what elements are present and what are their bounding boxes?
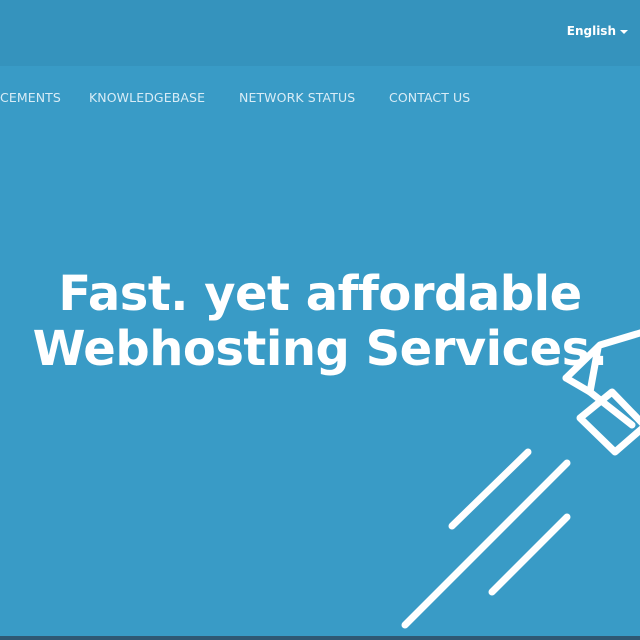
caret-down-icon [620,29,628,34]
bottom-strip [0,636,640,640]
nav-item-contact-us[interactable]: CONTACT US [389,90,470,105]
nav-item-knowledgebase[interactable]: KNOWLEDGEBASE [89,90,205,105]
page: English CEMENTS KNOWLEDGEBASE NETWORK ST… [0,0,640,640]
main-nav: CEMENTS KNOWLEDGEBASE NETWORK STATUS CON… [0,90,640,106]
rocket-icon [401,329,640,629]
rocket-fin [586,344,636,429]
language-selector[interactable]: English [567,24,628,38]
hero-line-1: Fast. yet affordable [58,266,582,323]
rocket-body [562,329,640,382]
nav-item-network-status[interactable]: NETWORK STATUS [239,90,355,105]
top-bar: English [0,0,640,66]
rocket-fin [562,374,594,396]
language-label: English [566,24,616,38]
nav-item-announcements[interactable]: CEMENTS [0,90,61,105]
